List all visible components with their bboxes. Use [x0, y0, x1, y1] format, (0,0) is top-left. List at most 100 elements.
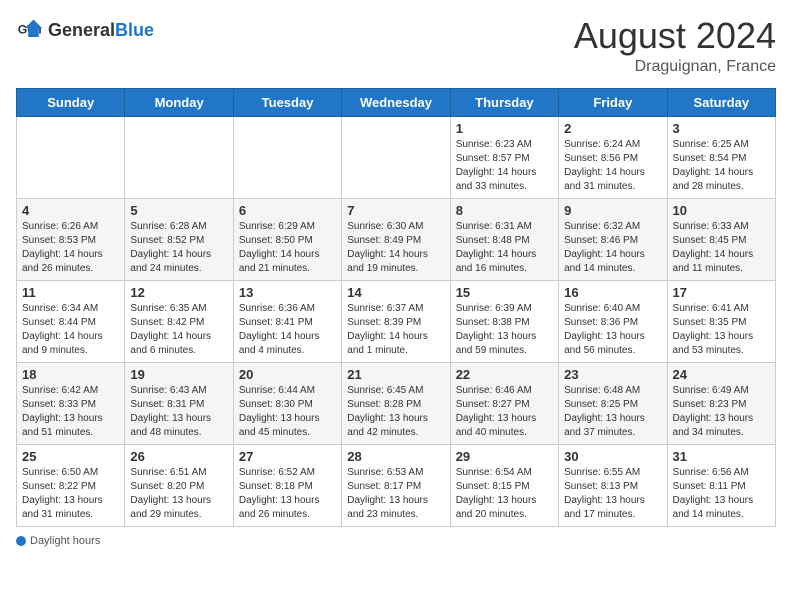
day-number: 26: [130, 449, 227, 464]
calendar-day-header: Friday: [559, 88, 667, 116]
logo-blue-text: Blue: [115, 20, 154, 40]
cell-sun-info: Sunrise: 6:37 AMSunset: 8:39 PMDaylight:…: [347, 302, 444, 358]
day-number: 2: [564, 121, 661, 136]
cell-sun-info: Sunrise: 6:33 AMSunset: 8:45 PMDaylight:…: [673, 220, 770, 276]
day-number: 11: [22, 285, 119, 300]
day-number: 5: [130, 203, 227, 218]
calendar-cell: 2 Sunrise: 6:24 AMSunset: 8:56 PMDaylight…: [559, 116, 667, 198]
calendar-cell: 11 Sunrise: 6:34 AMSunset: 8:44 PMDayligh…: [17, 280, 125, 362]
cell-sun-info: Sunrise: 6:28 AMSunset: 8:52 PMDaylight:…: [130, 220, 227, 276]
cell-sun-info: Sunrise: 6:31 AMSunset: 8:48 PMDaylight:…: [456, 220, 553, 276]
day-number: 20: [239, 367, 336, 382]
calendar-cell: 12 Sunrise: 6:35 AMSunset: 8:42 PMDayligh…: [125, 280, 233, 362]
cell-sun-info: Sunrise: 6:32 AMSunset: 8:46 PMDaylight:…: [564, 220, 661, 276]
day-number: 14: [347, 285, 444, 300]
cell-sun-info: Sunrise: 6:23 AMSunset: 8:57 PMDaylight:…: [456, 138, 553, 194]
day-number: 29: [456, 449, 553, 464]
day-number: 28: [347, 449, 444, 464]
cell-sun-info: Sunrise: 6:39 AMSunset: 8:38 PMDaylight:…: [456, 302, 553, 358]
calendar-cell: 20 Sunrise: 6:44 AMSunset: 8:30 PMDayligh…: [233, 362, 341, 444]
cell-sun-info: Sunrise: 6:52 AMSunset: 8:18 PMDaylight:…: [239, 466, 336, 522]
calendar-cell: 27 Sunrise: 6:52 AMSunset: 8:18 PMDayligh…: [233, 444, 341, 526]
calendar-cell: 6 Sunrise: 6:29 AMSunset: 8:50 PMDaylight…: [233, 198, 341, 280]
cell-sun-info: Sunrise: 6:35 AMSunset: 8:42 PMDaylight:…: [130, 302, 227, 358]
cell-sun-info: Sunrise: 6:56 AMSunset: 8:11 PMDaylight:…: [673, 466, 770, 522]
day-number: 7: [347, 203, 444, 218]
calendar-cell: 13 Sunrise: 6:36 AMSunset: 8:41 PMDayligh…: [233, 280, 341, 362]
cell-sun-info: Sunrise: 6:48 AMSunset: 8:25 PMDaylight:…: [564, 384, 661, 440]
cell-sun-info: Sunrise: 6:24 AMSunset: 8:56 PMDaylight:…: [564, 138, 661, 194]
calendar-cell: 14 Sunrise: 6:37 AMSunset: 8:39 PMDayligh…: [342, 280, 450, 362]
calendar-cell: 29 Sunrise: 6:54 AMSunset: 8:15 PMDayligh…: [450, 444, 558, 526]
calendar-week-row: 18Sunrise: 6:42 AMSunset: 8:33 PMDayligh…: [17, 362, 776, 444]
calendar-cell: 24 Sunrise: 6:49 AMSunset: 8:23 PMDayligh…: [667, 362, 775, 444]
calendar-cell: 26Sunrise: 6:51 AMSunset: 8:20 PMDayligh…: [125, 444, 233, 526]
day-number: 31: [673, 449, 770, 464]
calendar-cell: 31 Sunrise: 6:56 AMSunset: 8:11 PMDayligh…: [667, 444, 775, 526]
calendar-cell: 22Sunrise: 6:46 AMSunset: 8:27 PMDayligh…: [450, 362, 558, 444]
location-label: Draguignan, France: [574, 58, 776, 76]
day-number: 25: [22, 449, 119, 464]
page-header: Gen GeneralBlue August 2024 Draguignan, …: [16, 16, 776, 76]
cell-sun-info: Sunrise: 6:44 AMSunset: 8:30 PMDaylight:…: [239, 384, 336, 440]
cell-sun-info: Sunrise: 6:36 AMSunset: 8:41 PMDaylight:…: [239, 302, 336, 358]
calendar-cell: [125, 116, 233, 198]
calendar-cell: 17Sunrise: 6:41 AMSunset: 8:35 PMDayligh…: [667, 280, 775, 362]
calendar-cell: 21 Sunrise: 6:45 AMSunset: 8:28 PMDayligh…: [342, 362, 450, 444]
day-number: 15: [456, 285, 553, 300]
day-number: 27: [239, 449, 336, 464]
cell-sun-info: Sunrise: 6:29 AMSunset: 8:50 PMDaylight:…: [239, 220, 336, 276]
cell-sun-info: Sunrise: 6:43 AMSunset: 8:31 PMDaylight:…: [130, 384, 227, 440]
calendar-day-header: Thursday: [450, 88, 558, 116]
calendar-cell: 7 Sunrise: 6:30 AMSunset: 8:49 PMDaylight…: [342, 198, 450, 280]
cell-sun-info: Sunrise: 6:30 AMSunset: 8:49 PMDaylight:…: [347, 220, 444, 276]
calendar-cell: 4 Sunrise: 6:26 AMSunset: 8:53 PMDaylight…: [17, 198, 125, 280]
cell-sun-info: Sunrise: 6:55 AMSunset: 8:13 PMDaylight:…: [564, 466, 661, 522]
logo: Gen GeneralBlue: [16, 16, 154, 44]
cell-sun-info: Sunrise: 6:34 AMSunset: 8:44 PMDaylight:…: [22, 302, 119, 358]
day-number: 6: [239, 203, 336, 218]
calendar-day-header: Sunday: [17, 88, 125, 116]
calendar-header-row: SundayMondayTuesdayWednesdayThursdayFrid…: [17, 88, 776, 116]
calendar-cell: [342, 116, 450, 198]
cell-sun-info: Sunrise: 6:54 AMSunset: 8:15 PMDaylight:…: [456, 466, 553, 522]
logo-icon: Gen: [16, 16, 44, 44]
day-number: 24: [673, 367, 770, 382]
day-number: 30: [564, 449, 661, 464]
cell-sun-info: Sunrise: 6:45 AMSunset: 8:28 PMDaylight:…: [347, 384, 444, 440]
legend-daylight-label: Daylight hours: [30, 535, 100, 547]
calendar-day-header: Wednesday: [342, 88, 450, 116]
day-number: 21: [347, 367, 444, 382]
legend-item-daylight: Daylight hours: [16, 535, 100, 547]
month-year-heading: August 2024: [574, 16, 776, 56]
legend-dot: [16, 536, 26, 546]
title-block: August 2024 Draguignan, France: [574, 16, 776, 76]
calendar-cell: 19 Sunrise: 6:43 AMSunset: 8:31 PMDayligh…: [125, 362, 233, 444]
cell-sun-info: Sunrise: 6:50 AMSunset: 8:22 PMDaylight:…: [22, 466, 119, 522]
cell-sun-info: Sunrise: 6:42 AMSunset: 8:33 PMDaylight:…: [22, 384, 119, 440]
cell-sun-info: Sunrise: 6:49 AMSunset: 8:23 PMDaylight:…: [673, 384, 770, 440]
calendar-cell: 9 Sunrise: 6:32 AMSunset: 8:46 PMDaylight…: [559, 198, 667, 280]
cell-sun-info: Sunrise: 6:26 AMSunset: 8:53 PMDaylight:…: [22, 220, 119, 276]
calendar-cell: 8 Sunrise: 6:31 AMSunset: 8:48 PMDaylight…: [450, 198, 558, 280]
cell-sun-info: Sunrise: 6:53 AMSunset: 8:17 PMDaylight:…: [347, 466, 444, 522]
day-number: 1: [456, 121, 553, 136]
day-number: 10: [673, 203, 770, 218]
day-number: 19: [130, 367, 227, 382]
cell-sun-info: Sunrise: 6:40 AMSunset: 8:36 PMDaylight:…: [564, 302, 661, 358]
calendar-cell: 1 Sunrise: 6:23 AMSunset: 8:57 PMDaylight…: [450, 116, 558, 198]
calendar-cell: 23Sunrise: 6:48 AMSunset: 8:25 PMDayligh…: [559, 362, 667, 444]
day-number: 8: [456, 203, 553, 218]
day-number: 3: [673, 121, 770, 136]
day-number: 12: [130, 285, 227, 300]
day-number: 4: [22, 203, 119, 218]
calendar-cell: 18Sunrise: 6:42 AMSunset: 8:33 PMDayligh…: [17, 362, 125, 444]
calendar-week-row: 11 Sunrise: 6:34 AMSunset: 8:44 PMDayligh…: [17, 280, 776, 362]
calendar-week-row: 4 Sunrise: 6:26 AMSunset: 8:53 PMDaylight…: [17, 198, 776, 280]
cell-sun-info: Sunrise: 6:46 AMSunset: 8:27 PMDaylight:…: [456, 384, 553, 440]
day-number: 13: [239, 285, 336, 300]
day-number: 16: [564, 285, 661, 300]
day-number: 9: [564, 203, 661, 218]
calendar-week-row: 1 Sunrise: 6:23 AMSunset: 8:57 PMDaylight…: [17, 116, 776, 198]
calendar-cell: 25 Sunrise: 6:50 AMSunset: 8:22 PMDayligh…: [17, 444, 125, 526]
